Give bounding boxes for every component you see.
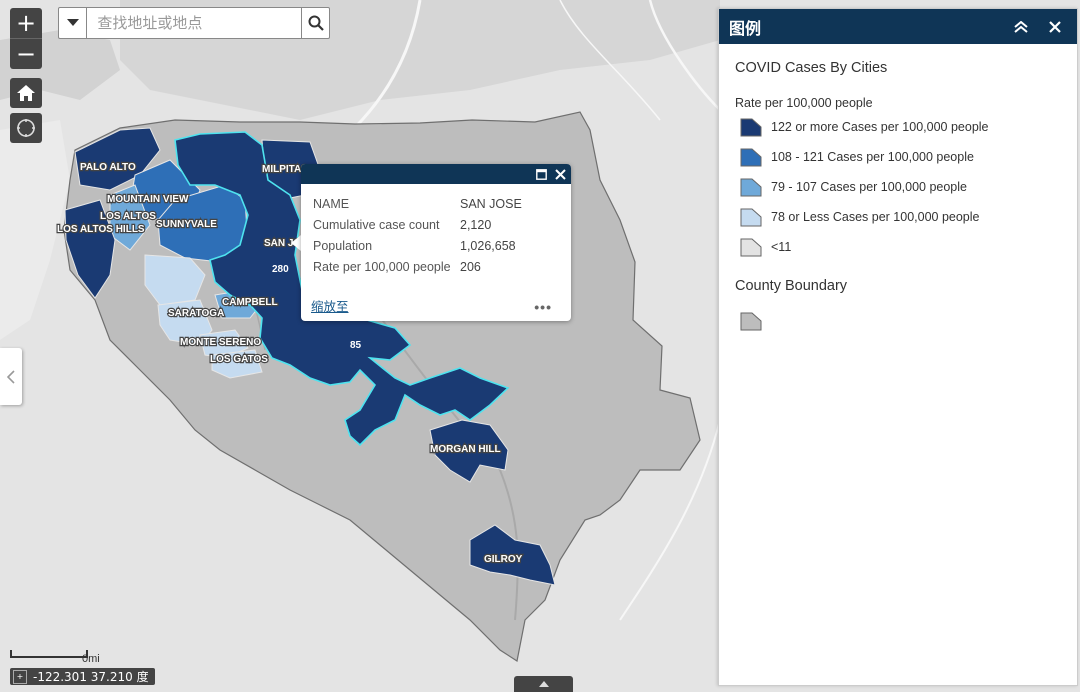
legend-header: 图例	[719, 9, 1077, 44]
field-name: Rate per 100,000 people	[313, 260, 451, 274]
city-label: PALO ALTO	[80, 162, 136, 173]
legend-item: <11	[739, 236, 791, 258]
search-button[interactable]	[301, 8, 329, 38]
scale-label: 0mi	[82, 653, 100, 665]
legend-item-label: 122 or more Cases per 100,000 people	[771, 120, 989, 134]
expand-left-panel-button[interactable]	[0, 348, 22, 405]
city-label: GILROY	[484, 554, 523, 565]
home-button[interactable]	[10, 78, 42, 108]
legend-panel: 图例 COVID Cases By Cities Rate per 100,00…	[718, 8, 1078, 686]
legend-item: 79 - 107 Cases per 100,000 people	[739, 176, 967, 198]
more-actions-button[interactable]: •••	[534, 299, 552, 315]
popup-titlebar	[301, 164, 571, 184]
expand-bottom-panel-button[interactable]	[514, 676, 573, 692]
legend-title: 图例	[729, 18, 762, 38]
city-label: MOUNTAIN VIEW	[107, 194, 189, 205]
legend-item	[739, 310, 771, 332]
city-label: SUNNYVALE	[156, 219, 217, 230]
search-source-dropdown[interactable]	[59, 8, 88, 38]
locate-icon	[17, 119, 35, 137]
scale-bar	[10, 650, 88, 658]
field-name: Population	[313, 239, 373, 253]
legend-swatch	[740, 238, 762, 257]
chevron-down-icon	[66, 19, 79, 26]
search-icon	[308, 15, 324, 31]
maximize-button[interactable]	[536, 168, 547, 180]
close-panel-button[interactable]	[1043, 20, 1067, 33]
legend-subtitle: Rate per 100,000 people	[735, 96, 873, 110]
zoom-out-button[interactable]: −	[10, 38, 42, 69]
close-popup-button[interactable]	[555, 168, 566, 180]
city-label: LOS ALTOS	[100, 211, 156, 222]
table-row: Cumulative case count 2,120	[310, 215, 525, 236]
popup-attribute-table: NAME SAN JOSE Cumulative case count 2,120 …	[310, 194, 525, 278]
field-name: NAME	[313, 197, 350, 211]
field-value: 206	[460, 260, 481, 274]
legend-swatch	[740, 178, 762, 197]
legend-item: 108 - 121 Cases per 100,000 people	[739, 146, 974, 168]
legend-item-label: <11	[771, 240, 792, 254]
search-widget	[58, 7, 330, 39]
road-label: 280	[272, 264, 289, 275]
zoom-in-button[interactable]: +	[10, 8, 42, 38]
field-name: Cumulative case count	[313, 218, 440, 232]
table-row: Population 1,026,658	[310, 236, 525, 257]
zoom-to-link[interactable]: 缩放至	[311, 296, 349, 315]
legend-item: 78 or Less Cases per 100,000 people	[739, 206, 979, 228]
field-value: 1,026,658	[460, 239, 516, 253]
legend-item-label: 79 - 107 Cases per 100,000 people	[771, 180, 967, 194]
city-label: CAMPBELL	[222, 297, 278, 308]
city-label: MONTE SERENO	[180, 337, 261, 348]
legend-swatch	[740, 208, 762, 227]
city-label: LOS ALTOS HILLS	[57, 224, 145, 235]
zoom-controls: + −	[10, 8, 42, 69]
collapse-panel-button[interactable]	[1009, 20, 1033, 33]
close-icon	[1049, 20, 1061, 33]
field-value: SAN JOSE	[460, 197, 522, 211]
feature-popup: NAME SAN JOSE Cumulative case count 2,120 …	[301, 164, 571, 321]
chevron-left-icon	[7, 369, 15, 384]
search-input[interactable]	[87, 8, 302, 38]
city-label: LOS GATOS	[210, 354, 268, 365]
crosshair-icon[interactable]: +	[13, 669, 27, 684]
locate-button[interactable]	[10, 113, 42, 143]
road-label: 85	[350, 340, 362, 351]
legend-layer-title: COVID Cases By Cities	[735, 60, 888, 76]
legend-swatch	[740, 118, 762, 137]
coordinate-display: + -122.301 37.210 度	[10, 668, 155, 685]
legend-boundary-title: County Boundary	[735, 278, 848, 294]
field-value: 2,120	[460, 218, 492, 232]
popup-pointer	[291, 235, 301, 251]
legend-item-label: 108 - 121 Cases per 100,000 people	[771, 150, 974, 164]
legend-item: 122 or more Cases per 100,000 people	[739, 116, 989, 138]
legend-swatch	[740, 148, 762, 167]
chevron-up-icon	[538, 681, 549, 687]
city-label: SARATOGA	[168, 308, 224, 319]
maximize-icon	[536, 168, 547, 180]
double-chevron-up-icon	[1014, 20, 1028, 33]
county-swatch	[740, 312, 762, 331]
close-icon	[555, 168, 566, 180]
coordinate-text: -122.301 37.210 度	[33, 670, 149, 684]
home-icon	[17, 85, 35, 101]
table-row: NAME SAN JOSE	[310, 194, 525, 215]
table-row: Rate per 100,000 people 206	[310, 257, 525, 278]
city-label: MORGAN HILL	[430, 444, 501, 455]
legend-item-label: 78 or Less Cases per 100,000 people	[771, 210, 980, 224]
